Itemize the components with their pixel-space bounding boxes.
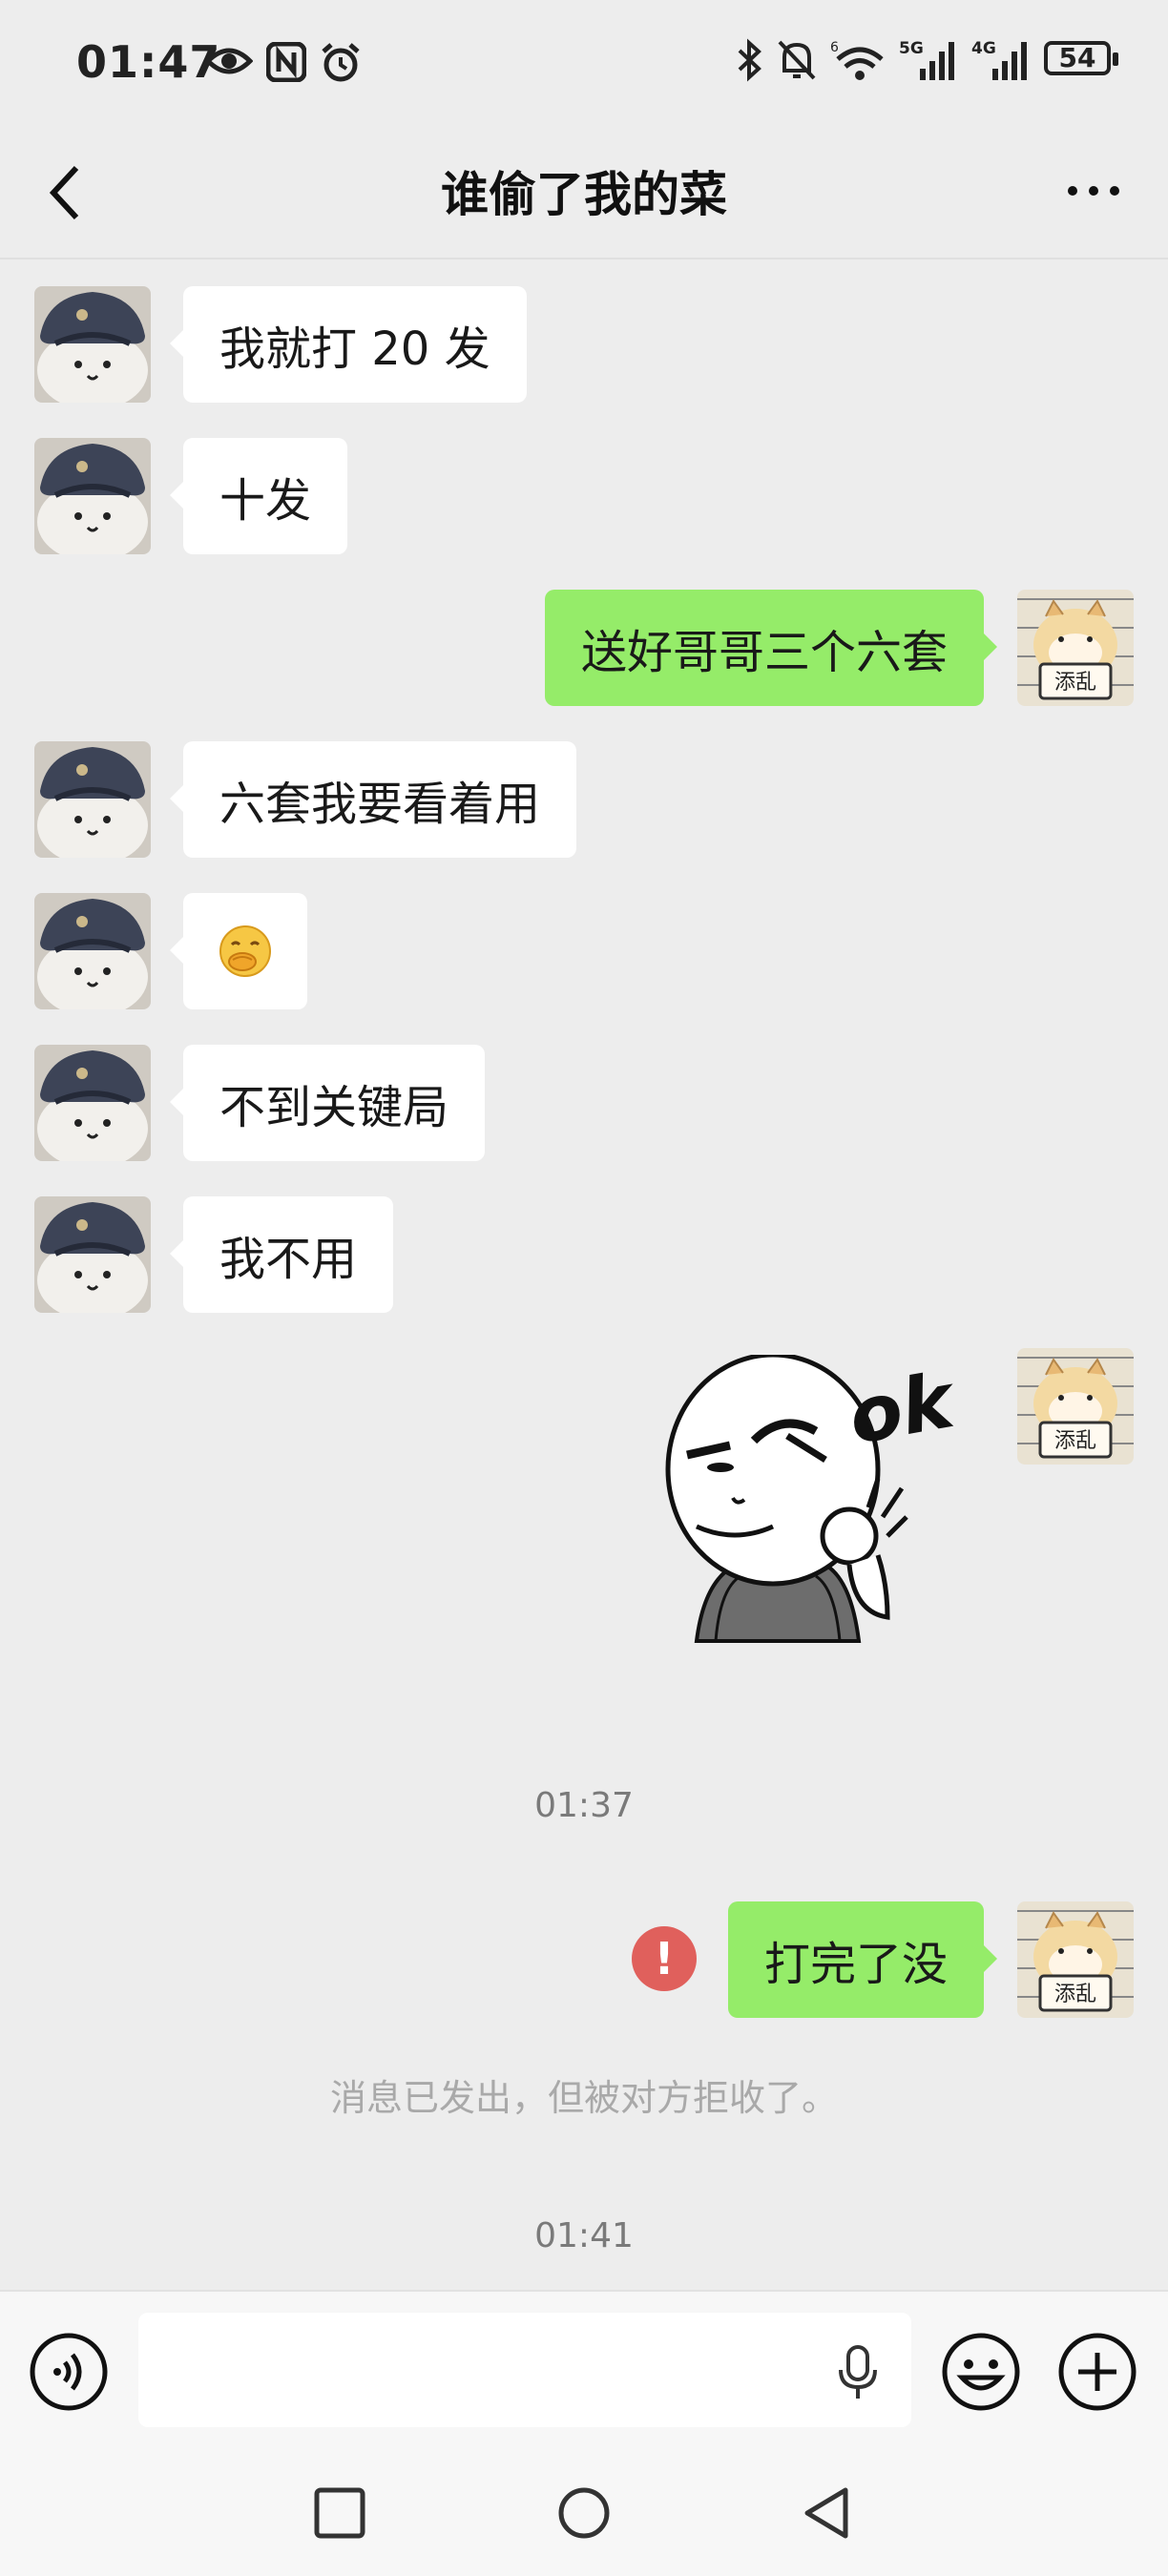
signal-5g-icon: 5G <box>899 39 954 80</box>
avatar[interactable] <box>1017 1901 1134 2018</box>
wifi-icon: 6 <box>830 40 884 80</box>
mic-button[interactable] <box>837 2345 879 2404</box>
status-left-icons <box>205 42 362 84</box>
sticker-text: ok <box>842 1356 960 1462</box>
back-icon <box>804 2487 848 2539</box>
battery-icon: 54 <box>1044 41 1118 79</box>
home-button[interactable] <box>557 2486 611 2544</box>
chat-header: 谁偷了我的菜 <box>0 134 1168 260</box>
bear-avatar-image <box>34 286 151 403</box>
signal-4g-icon: 4G <box>971 39 1027 80</box>
avatar[interactable] <box>34 741 151 858</box>
status-bar: 01:47 6 5G 4G 54 <box>0 0 1168 134</box>
message-bubble[interactable]: 送好哥哥三个六套 <box>544 590 998 706</box>
plus-icon <box>1058 2333 1137 2411</box>
svg-text:4G: 4G <box>971 39 996 58</box>
recent-apps-icon <box>314 2487 365 2539</box>
system-notice: 消息已发出，但被对方拒收了。 <box>329 2077 838 2119</box>
avatar[interactable] <box>34 1045 151 1161</box>
mute-icon <box>778 40 816 80</box>
bluetooth-icon <box>738 38 761 82</box>
message-input[interactable] <box>138 2313 911 2427</box>
message-bubble[interactable]: 十发 <box>169 438 348 554</box>
voice-toggle-button[interactable] <box>29 2332 109 2416</box>
microphone-icon <box>839 2345 877 2399</box>
message-bubble[interactable]: 六套我要看着用 <box>169 741 577 858</box>
avatar[interactable] <box>1017 1348 1134 1465</box>
bear-avatar-image <box>34 1196 151 1313</box>
avatar[interactable] <box>34 1196 151 1313</box>
bear-avatar-image <box>34 893 151 1009</box>
alarm-icon <box>322 43 360 82</box>
message-bubble[interactable]: 不到关键局 <box>169 1045 486 1161</box>
svg-text:5G: 5G <box>899 39 924 58</box>
more-actions-button[interactable] <box>1057 2332 1137 2416</box>
system-navigation-bar <box>0 2452 1168 2576</box>
eye-icon <box>205 48 253 74</box>
voice-mode-icon <box>30 2333 108 2411</box>
bear-avatar-image <box>34 1045 151 1161</box>
hamster-avatar-image <box>1017 1901 1134 2018</box>
recent-apps-button[interactable] <box>313 2486 366 2544</box>
avatar[interactable] <box>1017 590 1134 706</box>
message-bubble[interactable]: 打完了没 <box>727 1901 998 2018</box>
status-right-icons: 6 5G 4G 54 <box>735 38 1118 82</box>
input-bar <box>0 2290 1168 2454</box>
battery-level: 54 <box>1058 42 1096 73</box>
bear-avatar-image <box>34 438 151 554</box>
system-back-button[interactable] <box>802 2486 855 2544</box>
nfc-icon <box>266 42 306 82</box>
emoji-icon <box>942 2333 1020 2411</box>
svg-text:6: 6 <box>830 40 839 55</box>
message-timestamp: 01:41 <box>534 2216 634 2255</box>
avatar[interactable] <box>34 893 151 1009</box>
hamster-avatar-image <box>1017 1348 1134 1465</box>
avatar[interactable] <box>34 438 151 554</box>
chat-title: 谁偷了我的菜 <box>441 167 727 222</box>
home-icon <box>558 2487 610 2539</box>
hand-over-mouth-emoji-icon <box>219 925 271 977</box>
message-timestamp: 01:37 <box>534 1786 634 1825</box>
send-failed-icon[interactable]: ! <box>632 1926 697 1991</box>
avatar[interactable] <box>34 286 151 403</box>
emoji-message-bubble[interactable] <box>170 893 307 1009</box>
message-bubble[interactable]: 我不用 <box>169 1196 394 1313</box>
message-bubble[interactable]: 我就打 20 发 <box>170 286 527 403</box>
status-time: 01:47 <box>76 36 221 88</box>
more-button[interactable] <box>1065 183 1122 202</box>
bear-avatar-image <box>34 741 151 858</box>
more-dots-icon <box>1068 186 1119 196</box>
hamster-avatar-image <box>1017 590 1134 706</box>
ok-sticker[interactable]: ok <box>649 1352 973 1660</box>
emoji-button[interactable] <box>941 2332 1021 2416</box>
